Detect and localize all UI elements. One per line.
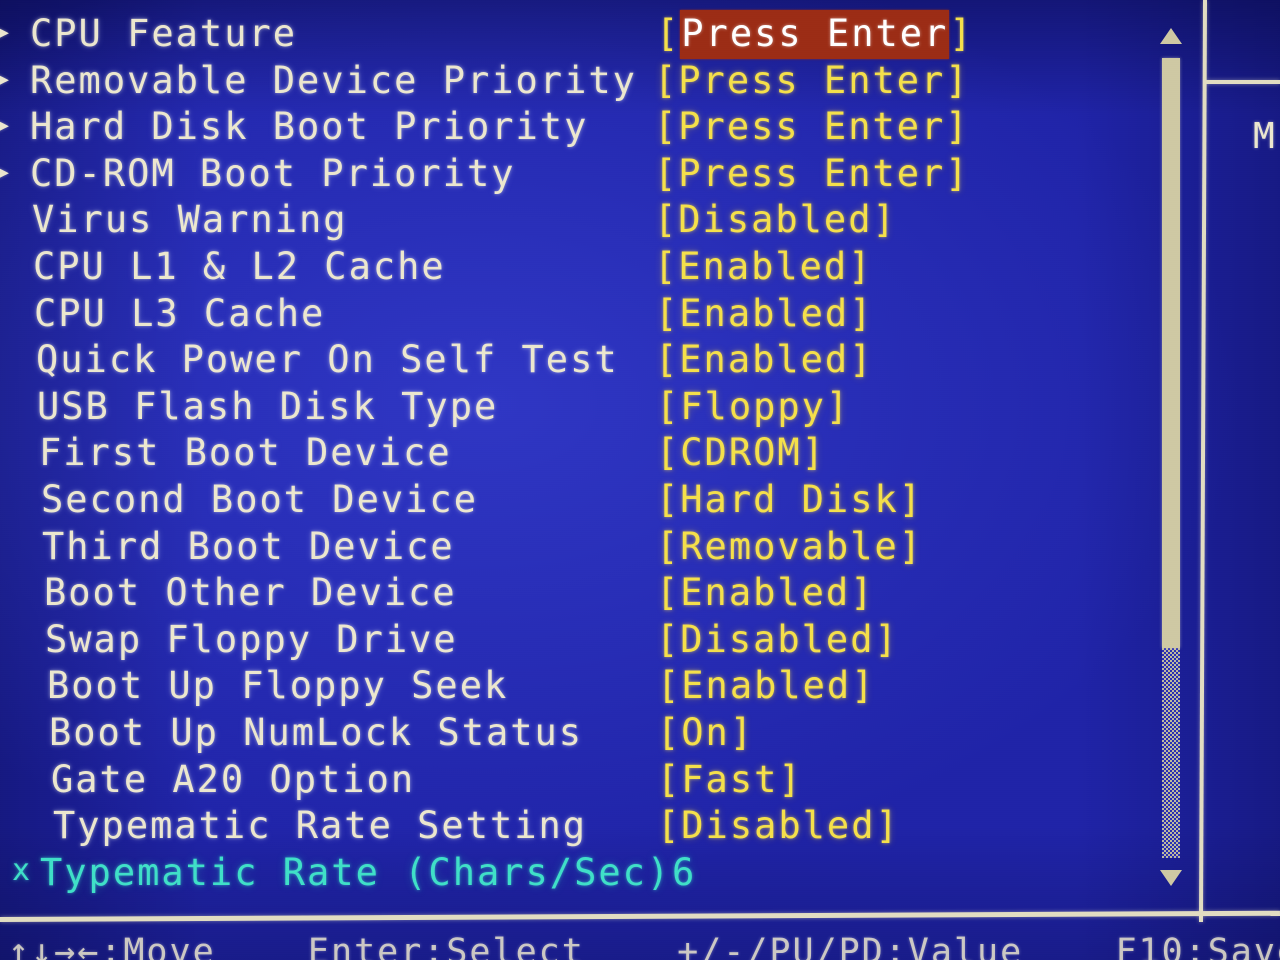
bios-option-value[interactable]: [CDROM] [656,431,826,474]
panel-divider-vertical [1198,0,1208,922]
scroll-down-arrow-icon[interactable] [1160,870,1182,886]
bios-option-label: CD-ROM Boot Priority [30,151,516,195]
bios-option-row[interactable]: First Boot Device [CDROM] [0,431,1140,477]
help-bar-text: ↑↓→←:Move Enter:Select +/-/PU/PD:Value F… [8,932,1280,960]
bios-option-row[interactable]: Quick Power On Self Test [Enabled] [0,338,1140,384]
bios-option-value[interactable]: [Disabled] [657,804,900,847]
bios-option-row[interactable]: ▸ CPU Feature [Press Enter] [0,10,1140,59]
disabled-marker-icon: x [12,852,33,888]
bios-option-row[interactable]: Boot Up Floppy Seek [Enabled] [0,664,1140,710]
bios-option-row[interactable]: Gate A20 Option [Fast] [0,758,1140,804]
bios-option-value[interactable]: [Press Enter] [656,10,974,59]
bios-option-row[interactable]: USB Flash Disk Type [Floppy] [0,385,1140,431]
submenu-arrow-icon: ▸ [0,60,15,96]
bios-option-row[interactable]: ▸ Removable Device Priority [Press Enter] [0,59,1140,105]
bios-option-label: Removable Device Priority [30,58,637,102]
scrollbar-thumb[interactable] [1162,58,1180,648]
bios-option-label: Hard Disk Boot Priority [30,105,589,149]
side-panel: M [1209,90,1280,910]
submenu-arrow-icon: ▸ [0,107,15,143]
bios-option-label: Swap Floppy Drive [45,617,458,661]
bios-option-value[interactable]: [Hard Disk] [656,478,923,521]
help-bar: ↑↓→←:Move Enter:Select +/-/PU/PD:Value F… [0,930,1280,960]
bios-option-label: Second Boot Device [41,478,478,521]
bios-option-label: Quick Power On Self Test [36,338,619,382]
bios-option-row[interactable]: Virus Warning [Disabled] [0,198,1140,244]
bios-option-label: CPU Feature [30,12,298,55]
bios-option-value[interactable]: [Disabled] [654,198,897,241]
bios-option-row[interactable]: ▸ CD-ROM Boot Priority [Press Enter] [0,152,1140,198]
bios-option-row[interactable]: CPU L1 & L2 Cache [Enabled] [0,245,1140,291]
bios-option-value[interactable]: [Fast] [657,758,803,801]
bios-option-row[interactable]: CPU L3 Cache [Enabled] [0,292,1140,338]
bios-option-value[interactable]: [Floppy] [656,385,850,428]
bios-option-value[interactable]: [Press Enter] [654,105,970,148]
value-bracket-close: ] [949,12,974,55]
bios-option-label: Typematic Rate Setting [53,804,588,848]
bios-option-row[interactable]: Second Boot Device [Hard Disk] [0,478,1140,524]
bios-option-value[interactable]: [Enabled] [654,245,872,288]
bios-option-label: Boot Other Device [44,571,457,615]
bios-option-label: Third Boot Device [42,524,455,568]
bios-option-label: Boot Up NumLock Status [49,711,584,754]
bios-option-value[interactable]: [Enabled] [656,571,874,614]
bios-option-value[interactable]: [Press Enter] [654,59,970,102]
bios-option-label: USB Flash Disk Type [37,384,499,428]
submenu-arrow-icon: ▸ [0,14,15,49]
bios-option-label: Virus Warning [32,198,348,242]
bios-option-row[interactable]: Boot Up NumLock Status [On] [0,711,1140,757]
bios-option-value[interactable]: [Enabled] [655,338,873,381]
bios-option-label: Gate A20 Option [51,757,416,801]
bios-option-row[interactable]: Third Boot Device [Removable] [0,525,1140,571]
bios-option-value[interactable]: [Removable] [656,525,923,568]
bios-setup-screen: ▸ CPU Feature [Press Enter] ▸ Removable Devi… [0,0,1280,960]
bios-option-label: First Boot Device [39,431,452,475]
bios-option-value[interactable]: [On] [657,711,754,754]
bios-option-label: Typematic Rate (Chars/Sec) [40,850,672,894]
scroll-up-arrow-icon[interactable] [1160,28,1182,44]
bios-option-row[interactable]: x Typematic Rate (Chars/Sec) 6 [0,851,1140,897]
bios-option-value[interactable]: [Enabled] [655,292,873,335]
bios-option-label: CPU L1 & L2 Cache [33,245,446,288]
scrollbar[interactable] [1152,18,1188,896]
submenu-arrow-icon: ▸ [0,153,15,189]
bios-option-row[interactable]: Typematic Rate Setting [Disabled] [0,804,1140,850]
value-highlight: Press Enter [680,10,950,59]
bios-option-label: CPU L3 Cache [34,291,326,335]
bios-option-row[interactable]: Swap Floppy Drive [Disabled] [0,618,1140,664]
bios-option-label: Boot Up Floppy Seek [47,664,509,708]
bios-option-value[interactable]: [Disabled] [656,618,899,661]
bios-option-row[interactable]: Boot Other Device [Enabled] [0,571,1140,617]
side-panel-text: M [1253,116,1277,157]
bios-option-value[interactable]: 6 [672,851,696,894]
bios-option-list: ▸ CPU Feature [Press Enter] ▸ Removable Devi… [0,0,1140,915]
panel-divider-horizontal-right [1205,80,1280,84]
bios-option-value[interactable]: [Press Enter] [654,152,970,195]
bios-option-row[interactable]: ▸ Hard Disk Boot Priority [Press Enter] [0,105,1140,151]
value-bracket-open: [ [656,12,681,55]
bios-option-value[interactable]: [Enabled] [657,664,875,707]
